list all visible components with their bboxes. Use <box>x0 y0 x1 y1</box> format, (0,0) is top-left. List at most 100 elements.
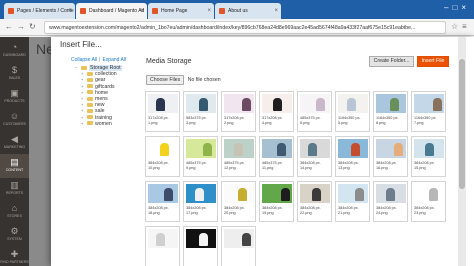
tree-node-label: giftcards <box>95 83 115 90</box>
browser-tab[interactable]: Pages / Elements / Conte × <box>4 3 75 19</box>
thumbnail-image <box>224 139 254 158</box>
insert-file-button[interactable]: Insert File <box>417 56 449 67</box>
file-dimensions: 384x208 px. <box>148 161 169 165</box>
sidebar-item-stores[interactable]: ⌂ Stores <box>0 200 29 224</box>
tree-node-label: Storage Root <box>89 65 122 71</box>
file-thumbnail[interactable]: 384x208 px. 20.png <box>221 181 256 222</box>
tree-node[interactable]: + women <box>75 121 122 127</box>
file-caption: 317x208 px. 2.png <box>224 116 245 125</box>
thumbnail-image <box>148 229 178 248</box>
file-thumbnail[interactable]: 384x208 px. 16.png <box>373 136 408 177</box>
file-dimensions: 485x375 px. <box>300 116 321 120</box>
browser-tab[interactable]: About us × <box>215 3 281 19</box>
file-thumbnail[interactable]: 485x375 px. 6.png <box>297 91 332 132</box>
create-folder-button[interactable]: Create Folder... <box>369 56 414 67</box>
collapse-all-link[interactable]: Collapse All <box>71 57 97 63</box>
folder-icon <box>87 71 93 76</box>
file-thumbnail[interactable]: 1164x350 px. 7.png <box>411 91 446 132</box>
tree-node-label: home <box>95 89 108 96</box>
expand-all-link[interactable]: Expand All <box>102 57 126 63</box>
close-icon[interactable]: × <box>140 3 144 19</box>
file-thumbnail[interactable]: 384x208 px. 10.png <box>145 136 180 177</box>
file-thumbnail[interactable]: 384x208 px. 17.png <box>183 181 218 222</box>
reload-icon[interactable]: ↻ <box>29 22 36 31</box>
folder-icon <box>87 108 93 113</box>
close-icon[interactable]: × <box>207 3 211 19</box>
file-thumbnail[interactable]: 384x208 px. 14.png <box>297 136 332 177</box>
menu-icon[interactable]: ≡ <box>462 22 467 31</box>
screenshot: Pages / Elements / Conte × Dashboard / M… <box>0 0 474 266</box>
file-thumbnail[interactable] <box>221 226 256 266</box>
tree-node-label: mens <box>95 95 108 102</box>
file-thumbnail[interactable]: 384x208 px. 19.png <box>259 181 294 222</box>
file-thumbnail[interactable]: 1164x350 px. 8.png <box>373 91 408 132</box>
modal-scrollbar[interactable] <box>458 37 466 266</box>
file-upload: Choose Files No file chosen <box>146 75 221 85</box>
sidebar-item-reports[interactable]: ▥ Reports <box>0 177 29 201</box>
file-grid: 317x208 px. 1.png 583x375 px. 3.png 317x208 … <box>145 91 447 266</box>
sidebar-item-dashboard[interactable]: ◔ Dashboard <box>0 39 29 63</box>
thumbnail-subject <box>164 188 173 201</box>
sidebar-item-system[interactable]: ⚙ System <box>0 223 29 247</box>
close-icon[interactable]: × <box>68 3 72 19</box>
file-thumbnail[interactable]: 583x375 px. 3.png <box>183 91 218 132</box>
window-controls[interactable]: –□× <box>444 3 470 12</box>
browser-tab-label: About us <box>228 8 248 14</box>
thumbnail-subject <box>316 98 325 111</box>
file-dimensions: 1164x350 px. <box>414 116 437 120</box>
sidebar-item-label: Content <box>5 168 24 172</box>
file-name: 6.png <box>300 120 310 125</box>
forward-icon[interactable]: → <box>17 22 25 31</box>
close-icon[interactable]: × <box>274 3 278 19</box>
file-name: 15.png <box>414 165 426 170</box>
admin-sidebar: ◔ Dashboard $ Sales ▣ Products ☺ Custome… <box>0 37 29 266</box>
file-thumbnail[interactable] <box>145 226 180 266</box>
file-thumbnail[interactable]: 485x375 px. 9.png <box>183 136 218 177</box>
browser-tab-label: Dashboard / Magento Ad <box>89 8 145 14</box>
file-name: 11.png <box>262 165 274 170</box>
file-thumbnail[interactable]: 384x208 px. 15.png <box>411 136 446 177</box>
file-thumbnail[interactable]: 485x375 px. 11.png <box>259 136 294 177</box>
file-name: 10.png <box>148 165 160 170</box>
file-dimensions: 384x208 px. <box>224 206 245 210</box>
file-name: 5.png <box>338 120 348 125</box>
file-dimensions: 317x208 px. <box>224 116 245 120</box>
folder-icon <box>87 84 93 89</box>
thumbnail-image <box>224 229 254 248</box>
file-caption: 384x208 px. 14.png <box>300 161 321 170</box>
file-thumbnail[interactable]: 1164x350 px. 5.png <box>335 91 370 132</box>
file-thumbnail[interactable]: 384x208 px. 13.png <box>335 136 370 177</box>
thumbnail-subject <box>160 143 169 156</box>
sidebar-item-sales[interactable]: $ Sales <box>0 62 29 86</box>
back-icon[interactable]: ← <box>5 22 13 31</box>
scrollbar-thumb[interactable] <box>459 59 465 189</box>
file-thumbnail[interactable] <box>183 226 218 266</box>
sidebar-item-marketing[interactable]: ◀ Marketing <box>0 131 29 155</box>
file-name: 19.png <box>262 210 274 215</box>
file-thumbnail[interactable]: 317x208 px. 2.png <box>221 91 256 132</box>
thumbnail-image <box>186 94 216 113</box>
sidebar-item-content[interactable]: ▤ Content <box>0 154 29 178</box>
file-thumbnail[interactable]: 384x208 px. 24.png <box>373 181 408 222</box>
file-thumbnail[interactable]: 485x375 px. 12.png <box>221 136 256 177</box>
thumbnail-image <box>148 94 178 113</box>
sidebar-item-customers[interactable]: ☺ Customers <box>0 108 29 132</box>
file-thumbnail[interactable]: 384x208 px. 21.png <box>335 181 370 222</box>
file-dimensions: 384x208 px. <box>262 206 283 210</box>
url-bar[interactable]: www.magentoextension.com/magento2/admin_… <box>44 21 446 34</box>
sidebar-item-products[interactable]: ▣ Products <box>0 85 29 109</box>
file-thumbnail[interactable]: 317x208 px. 1.png <box>145 91 180 132</box>
browser-tab-active[interactable]: Dashboard / Magento Ad × <box>76 3 147 19</box>
choose-files-button[interactable]: Choose Files <box>146 75 185 85</box>
bookmark-star-icon[interactable]: ☆ <box>451 22 458 31</box>
file-caption: 485x375 px. 9.png <box>186 161 207 170</box>
browser-tab[interactable]: Home Page × <box>148 3 214 19</box>
file-thumbnail[interactable]: 317x208 px. 4.png <box>259 91 294 132</box>
file-thumbnail[interactable]: 384x208 px. 18.png <box>145 181 180 222</box>
file-thumbnail[interactable]: 384x208 px. 22.png <box>297 181 332 222</box>
file-caption: 384x208 px. 15.png <box>414 161 435 170</box>
file-name: 18.png <box>148 210 160 215</box>
file-thumbnail[interactable]: 384x208 px. 23.png <box>411 181 446 222</box>
thumbnail-image <box>414 184 444 203</box>
sidebar-item-find-partners[interactable]: ✚ Find Partners <box>0 246 29 266</box>
